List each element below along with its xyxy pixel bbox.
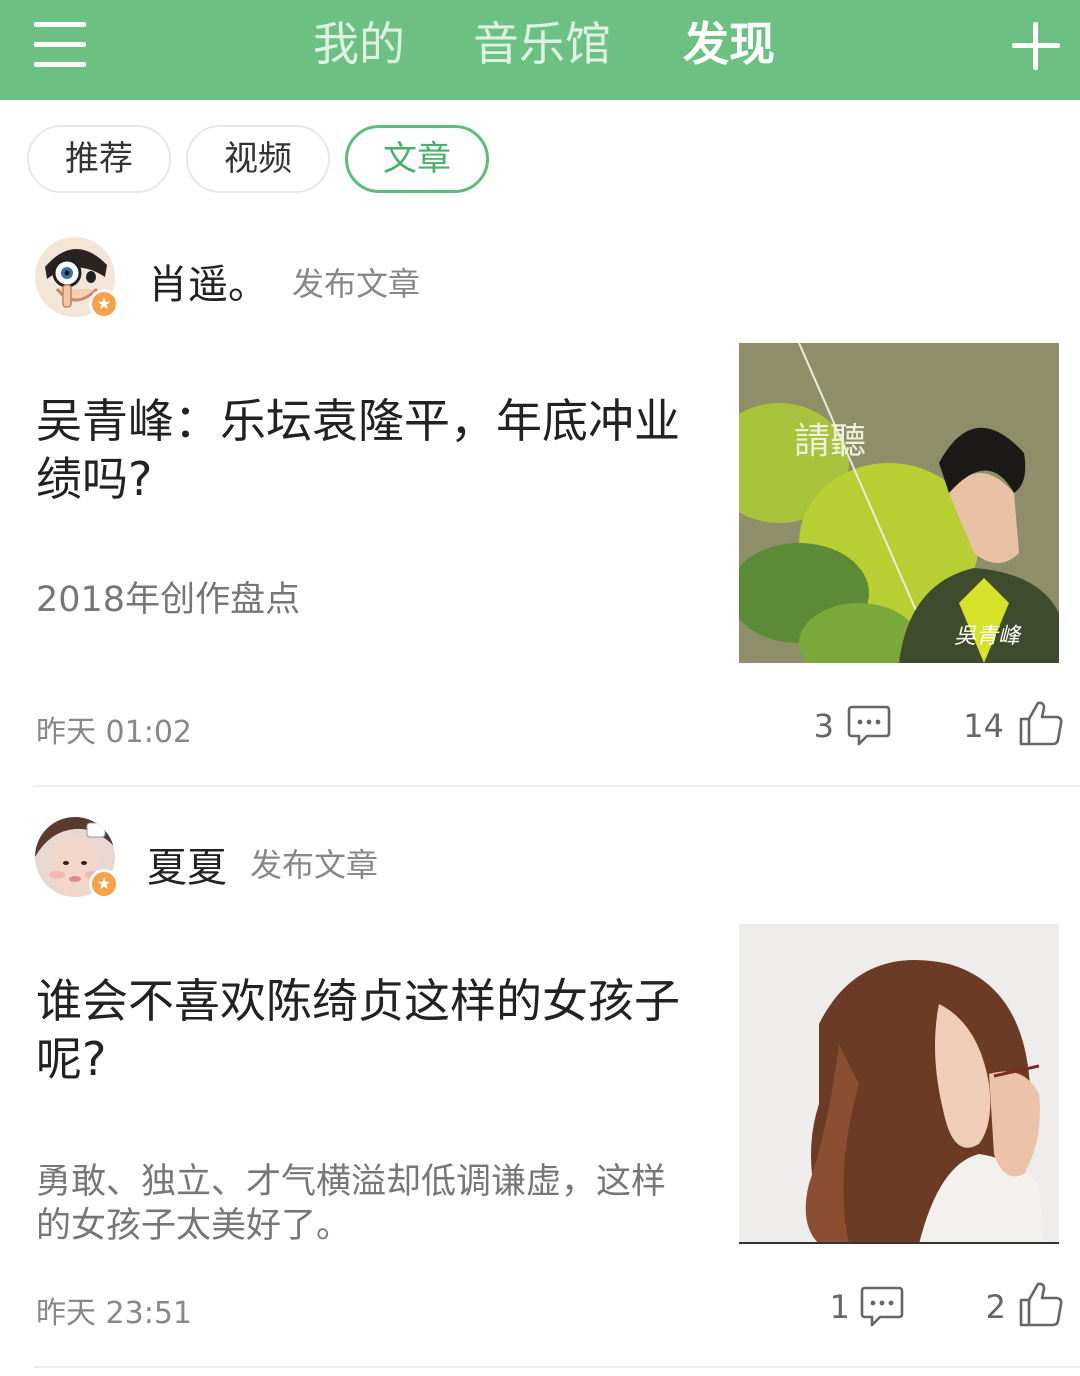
post-action-label: 发布文章 xyxy=(292,265,421,303)
avatar[interactable]: ★ xyxy=(35,237,119,319)
chip-video[interactable]: 视频 xyxy=(186,125,330,193)
post-author[interactable]: 夏夏 xyxy=(147,835,227,893)
tab-discover[interactable]: 发现 xyxy=(683,14,775,74)
post-thumbnail[interactable]: 請聽 吳青峰 xyxy=(739,343,1059,663)
post-title[interactable]: 谁会不喜欢陈绮贞这样的女孩子呢? xyxy=(36,972,686,1088)
plus-icon[interactable] xyxy=(1012,22,1060,70)
thumbnail-signature: 吳青峰 xyxy=(954,624,1022,649)
comment-icon[interactable] xyxy=(860,1284,904,1332)
divider xyxy=(34,1366,1080,1368)
post-thumbnail[interactable] xyxy=(739,924,1059,1244)
tab-mine[interactable]: 我的 xyxy=(313,14,405,74)
comment-count: 3 xyxy=(813,707,834,745)
post-summary: 勇敢、独立、才气横溢却低调谦虚，这样的女孩子太美好了。 xyxy=(36,1162,667,1246)
thumbs-up-icon[interactable] xyxy=(1018,699,1064,751)
verified-star-icon: ★ xyxy=(89,289,119,319)
verified-star-icon: ★ xyxy=(89,869,119,899)
post-action-label: 发布文章 xyxy=(250,846,379,884)
post-time: 昨天 01:02 xyxy=(36,715,192,750)
top-nav-bar: 我的 音乐馆 发现 xyxy=(0,0,1080,100)
thumbs-up-icon[interactable] xyxy=(1018,1280,1064,1332)
comment-count: 1 xyxy=(829,1288,850,1326)
comment-icon[interactable] xyxy=(847,703,891,751)
like-count: 2 xyxy=(985,1288,1006,1326)
post-title[interactable]: 吴青峰：乐坛袁隆平，年底冲业绩吗? xyxy=(36,392,686,508)
post-author[interactable]: 肖遥。 xyxy=(148,252,268,310)
post-time: 昨天 23:51 xyxy=(36,1296,192,1331)
tab-music-hall[interactable]: 音乐馆 xyxy=(473,14,611,74)
post-summary: 2018年创作盘点 xyxy=(36,580,301,620)
thumbnail-calligraphy: 請聽 xyxy=(794,421,866,462)
avatar[interactable]: ★ xyxy=(35,817,119,899)
like-count: 14 xyxy=(963,707,1004,745)
chip-article[interactable]: 文章 xyxy=(345,125,489,193)
chip-recommend[interactable]: 推荐 xyxy=(27,125,171,193)
divider xyxy=(34,785,1080,787)
menu-icon[interactable] xyxy=(34,22,88,70)
